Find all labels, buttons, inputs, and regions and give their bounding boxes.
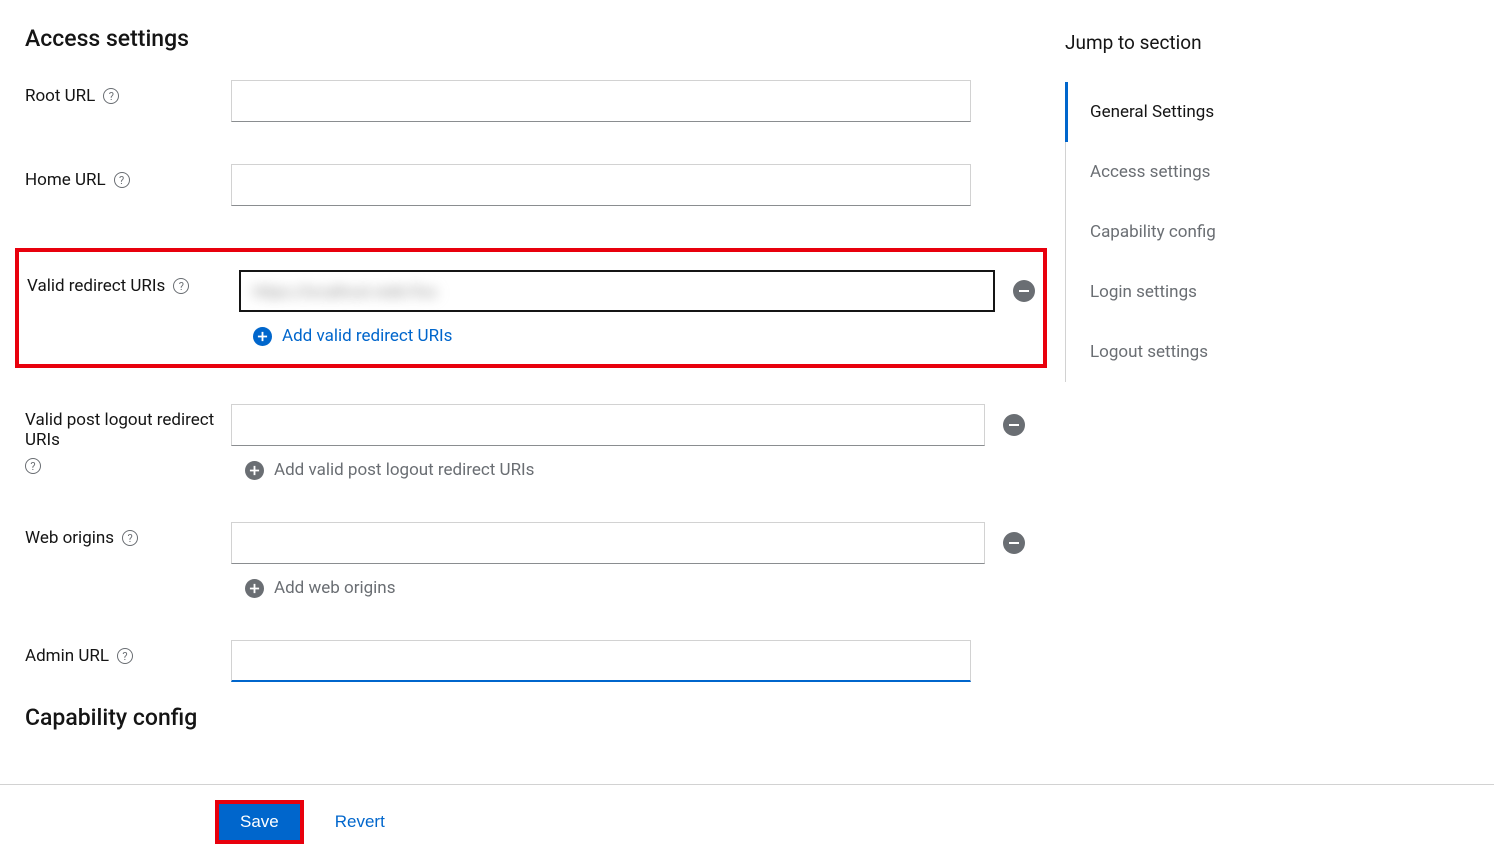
remove-post-logout-button[interactable] xyxy=(1003,414,1025,436)
web-origins-input[interactable] xyxy=(231,522,985,564)
post-logout-row: Valid post logout redirect URIs ? Add va… xyxy=(25,404,1025,480)
home-url-label-text: Home URL xyxy=(25,170,106,190)
add-post-logout-button[interactable]: Add valid post logout redirect URIs xyxy=(245,460,1025,480)
plus-icon xyxy=(253,327,272,346)
aside-item-logout-settings[interactable]: Logout settings xyxy=(1065,322,1445,382)
plus-icon xyxy=(245,579,264,598)
root-url-input[interactable] xyxy=(231,80,971,122)
help-icon[interactable]: ? xyxy=(114,172,130,188)
help-icon[interactable]: ? xyxy=(173,278,189,294)
home-url-row: Home URL ? xyxy=(25,164,1025,206)
post-logout-label: Valid post logout redirect URIs ? xyxy=(25,404,231,474)
aside-item-login-settings[interactable]: Login settings xyxy=(1065,262,1445,322)
plus-icon xyxy=(245,461,264,480)
help-icon[interactable]: ? xyxy=(117,648,133,664)
admin-url-input[interactable] xyxy=(231,640,971,682)
root-url-label-text: Root URL xyxy=(25,86,95,106)
aside-item-access-settings[interactable]: Access settings xyxy=(1065,142,1445,202)
home-url-input[interactable] xyxy=(231,164,971,206)
web-origins-label-text: Web origins xyxy=(25,528,114,548)
home-url-label: Home URL ? xyxy=(25,164,231,190)
admin-url-label: Admin URL ? xyxy=(25,640,231,666)
revert-button[interactable]: Revert xyxy=(329,803,391,841)
add-redirect-label: Add valid redirect URIs xyxy=(282,326,452,346)
add-redirect-button[interactable]: Add valid redirect URIs xyxy=(253,326,1035,346)
root-url-row: Root URL ? xyxy=(25,80,1025,122)
jump-to-section-nav: General Settings Access settings Capabil… xyxy=(1065,82,1445,382)
jump-to-section-title: Jump to section xyxy=(1065,31,1445,54)
help-icon[interactable]: ? xyxy=(25,458,41,474)
aside-item-general-settings[interactable]: General Settings xyxy=(1065,82,1445,142)
remove-web-origin-button[interactable] xyxy=(1003,532,1025,554)
help-icon[interactable]: ? xyxy=(103,88,119,104)
capability-config-heading: Capability config xyxy=(25,704,1025,731)
save-button[interactable]: Save xyxy=(218,803,301,841)
aside-item-capability-config[interactable]: Capability config xyxy=(1065,202,1445,262)
root-url-label: Root URL ? xyxy=(25,80,231,106)
remove-redirect-button[interactable] xyxy=(1013,280,1035,302)
footer-bar: Save Revert xyxy=(0,784,1494,859)
access-settings-heading: Access settings xyxy=(25,25,1025,52)
admin-url-label-text: Admin URL xyxy=(25,646,109,666)
post-logout-input[interactable] xyxy=(231,404,985,446)
valid-redirect-label: Valid redirect URIs ? xyxy=(27,270,239,296)
valid-redirect-value: https://localhost.redir/foo xyxy=(253,282,437,301)
add-post-logout-label: Add valid post logout redirect URIs xyxy=(274,460,534,480)
valid-redirect-highlight: Valid redirect URIs ? https://localhost.… xyxy=(15,248,1047,368)
add-web-origins-button[interactable]: Add web origins xyxy=(245,578,1025,598)
help-icon[interactable]: ? xyxy=(122,530,138,546)
admin-url-row: Admin URL ? xyxy=(25,640,1025,682)
add-web-origins-label: Add web origins xyxy=(274,578,395,598)
web-origins-row: Web origins ? Add web origins xyxy=(25,522,1025,598)
web-origins-label: Web origins ? xyxy=(25,522,231,548)
valid-redirect-label-text: Valid redirect URIs xyxy=(27,276,165,296)
post-logout-label-text: Valid post logout redirect URIs xyxy=(25,410,231,450)
valid-redirect-input[interactable]: https://localhost.redir/foo xyxy=(239,270,995,312)
